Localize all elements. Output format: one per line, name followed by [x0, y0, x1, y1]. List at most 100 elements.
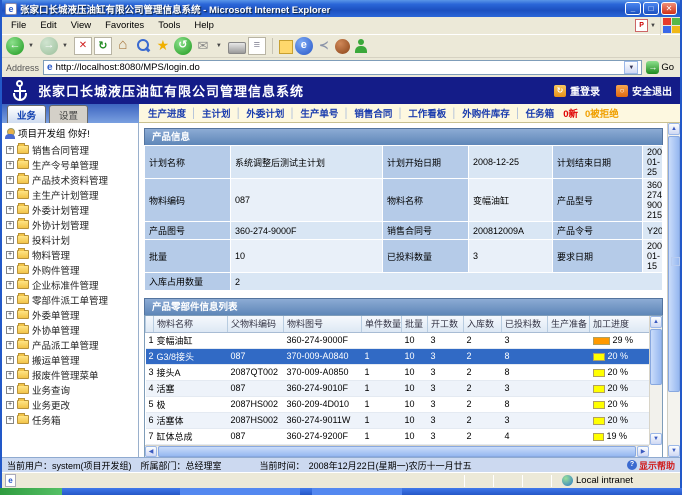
column-header[interactable]: 单件数量 — [362, 316, 402, 332]
sidebar-item-9[interactable]: +企业标准件管理 — [2, 277, 138, 292]
sidebar-item-7[interactable]: +物料管理 — [2, 247, 138, 262]
nav-item-4[interactable]: 销售合同 — [354, 106, 392, 120]
expand-icon[interactable]: + — [6, 191, 14, 199]
menu-item-help[interactable]: Help — [187, 18, 221, 33]
address-dropdown-button[interactable]: ▼ — [624, 61, 638, 74]
history-icon[interactable] — [174, 37, 192, 55]
chevron-down-icon[interactable]: ▼ — [216, 43, 222, 49]
sidebar-item-12[interactable]: +外协单管理 — [2, 322, 138, 337]
research-icon[interactable] — [335, 39, 350, 54]
sidebar-item-2[interactable]: +产品技术资料管理 — [2, 172, 138, 187]
sidebar-item-4[interactable]: +外委计划管理 — [2, 202, 138, 217]
expand-icon[interactable]: + — [6, 221, 14, 229]
sidebar-item-3[interactable]: +主生产计划管理 — [2, 187, 138, 202]
menu-item-view[interactable]: View — [64, 18, 98, 33]
menu-item-favorites[interactable]: Favorites — [98, 18, 151, 33]
table-row[interactable]: 3接头A2087QT002370-009-A085011032820 % — [146, 364, 650, 380]
sidebar-item-17[interactable]: +业务更改 — [2, 397, 138, 412]
table-row[interactable]: 4活塞087360-274-9010F11032320 % — [146, 380, 650, 396]
back-icon[interactable] — [6, 37, 24, 55]
expand-icon[interactable]: + — [6, 356, 14, 364]
nav-item-6[interactable]: 外购件库存 — [462, 106, 510, 120]
mail-icon[interactable] — [194, 37, 212, 55]
column-header[interactable]: 生产准备 — [548, 316, 590, 332]
expand-icon[interactable]: + — [6, 326, 14, 334]
sidebar-item-5[interactable]: +外协计划管理 — [2, 217, 138, 232]
msn-icon[interactable] — [315, 37, 333, 55]
sidebar-item-6[interactable]: +投料计划 — [2, 232, 138, 247]
nav-item-5[interactable]: 工作看板 — [408, 106, 446, 120]
column-header[interactable]: 批量 — [402, 316, 428, 332]
nav-item-3[interactable]: 生产单号 — [300, 106, 338, 120]
menu-item-file[interactable]: File — [4, 18, 33, 33]
sidebar-item-11[interactable]: +外委单管理 — [2, 307, 138, 322]
expand-icon[interactable]: + — [6, 371, 14, 379]
sidebar-item-0[interactable]: +销售合同管理 — [2, 142, 138, 157]
sidebar-item-13[interactable]: +产品派工单管理 — [2, 337, 138, 352]
table-row[interactable]: 2G3/8接头087370-009-A084011032820 % — [146, 348, 650, 364]
chevron-down-icon[interactable]: ▼ — [28, 43, 34, 49]
table-row[interactable]: 7缸体总成087360-274-9200F11032419 % — [146, 428, 650, 444]
nav-item-1[interactable]: 主计划 — [202, 106, 231, 120]
parts-vertical-scrollbar[interactable]: ▲ ▼ — [649, 316, 662, 445]
expand-icon[interactable]: + — [6, 146, 14, 154]
column-header[interactable]: 物料图号 — [284, 316, 362, 332]
stop-icon[interactable] — [74, 37, 92, 55]
favorites-icon[interactable] — [154, 37, 172, 55]
expand-icon[interactable]: + — [6, 416, 14, 424]
scroll-down-icon[interactable]: ▼ — [650, 433, 662, 445]
scroll-left-icon[interactable]: ◀ — [145, 446, 157, 457]
close-button[interactable]: ✕ — [661, 2, 677, 15]
forward-icon[interactable] — [40, 37, 58, 55]
sidebar-item-16[interactable]: +业务查询 — [2, 382, 138, 397]
nav-item-2[interactable]: 外委计划 — [246, 106, 284, 120]
column-header[interactable]: 开工数 — [428, 316, 464, 332]
page-scroll-down-icon[interactable]: ▼ — [668, 445, 680, 457]
sidebar-item-8[interactable]: +外购件管理 — [2, 262, 138, 277]
parts-horizontal-scrollbar[interactable]: ◀ ▶ — [145, 445, 649, 457]
internet-icon[interactable] — [295, 37, 313, 55]
chevron-down-icon[interactable]: ▼ — [62, 43, 68, 49]
column-header[interactable]: 加工进度 — [590, 316, 650, 332]
pdf-toolbar-icon[interactable]: P — [635, 19, 648, 32]
menu-item-tools[interactable]: Tools — [151, 18, 187, 33]
expand-icon[interactable]: + — [6, 281, 14, 289]
table-row[interactable]: 1变幅油缸360-274-9000F1032329 % — [146, 332, 650, 348]
relogin-link[interactable]: ↻ 重登录 — [554, 83, 600, 98]
edit-icon[interactable] — [248, 37, 266, 55]
expand-icon[interactable]: + — [6, 401, 14, 409]
column-header[interactable]: 物料名称 — [154, 316, 228, 332]
column-header[interactable]: 入库数 — [464, 316, 502, 332]
menu-item-edit[interactable]: Edit — [33, 18, 63, 33]
messenger-icon[interactable] — [352, 37, 370, 55]
expand-icon[interactable]: + — [6, 386, 14, 394]
home-icon[interactable] — [114, 37, 132, 55]
minimize-button[interactable]: _ — [625, 2, 641, 15]
maximize-button[interactable]: □ — [643, 2, 659, 15]
column-header[interactable]: 已投料数 — [502, 316, 548, 332]
refresh-icon[interactable] — [94, 37, 112, 55]
column-header[interactable]: 父物料编码 — [228, 316, 284, 332]
address-input[interactable]: e http://localhost:8080/MPS/login.do ▼ — [43, 60, 642, 75]
tab-settings[interactable]: 设置 — [49, 105, 88, 123]
page-scroll-up-icon[interactable]: ▲ — [668, 123, 680, 135]
search-icon[interactable] — [134, 37, 152, 55]
expand-icon[interactable]: + — [6, 176, 14, 184]
go-button[interactable]: → Go — [646, 61, 676, 74]
scroll-thumb-horizontal[interactable] — [158, 446, 636, 457]
address-url[interactable]: http://localhost:8080/MPS/login.do — [56, 62, 622, 73]
print-icon[interactable] — [228, 42, 246, 54]
expand-icon[interactable]: + — [6, 341, 14, 349]
show-help-link[interactable]: ? 显示帮助 — [627, 459, 675, 472]
sidebar-item-10[interactable]: +零部件派工单管理 — [2, 292, 138, 307]
logout-link[interactable]: ○ 安全退出 — [616, 83, 672, 98]
tab-business[interactable]: 业务 — [7, 105, 46, 123]
taskbar-buttons[interactable] — [62, 488, 682, 495]
table-row[interactable]: 5极2087HS002360-209-4D01011032820 % — [146, 396, 650, 412]
expand-icon[interactable]: + — [6, 161, 14, 169]
nav-item-7[interactable]: 任务箱 — [526, 106, 555, 120]
start-button[interactable] — [0, 488, 62, 495]
nav-item-0[interactable]: 生产进度 — [148, 106, 186, 120]
expand-icon[interactable]: + — [6, 251, 14, 259]
table-row[interactable]: 6活塞体2087HS002360-274-9011W11032320 % — [146, 412, 650, 428]
